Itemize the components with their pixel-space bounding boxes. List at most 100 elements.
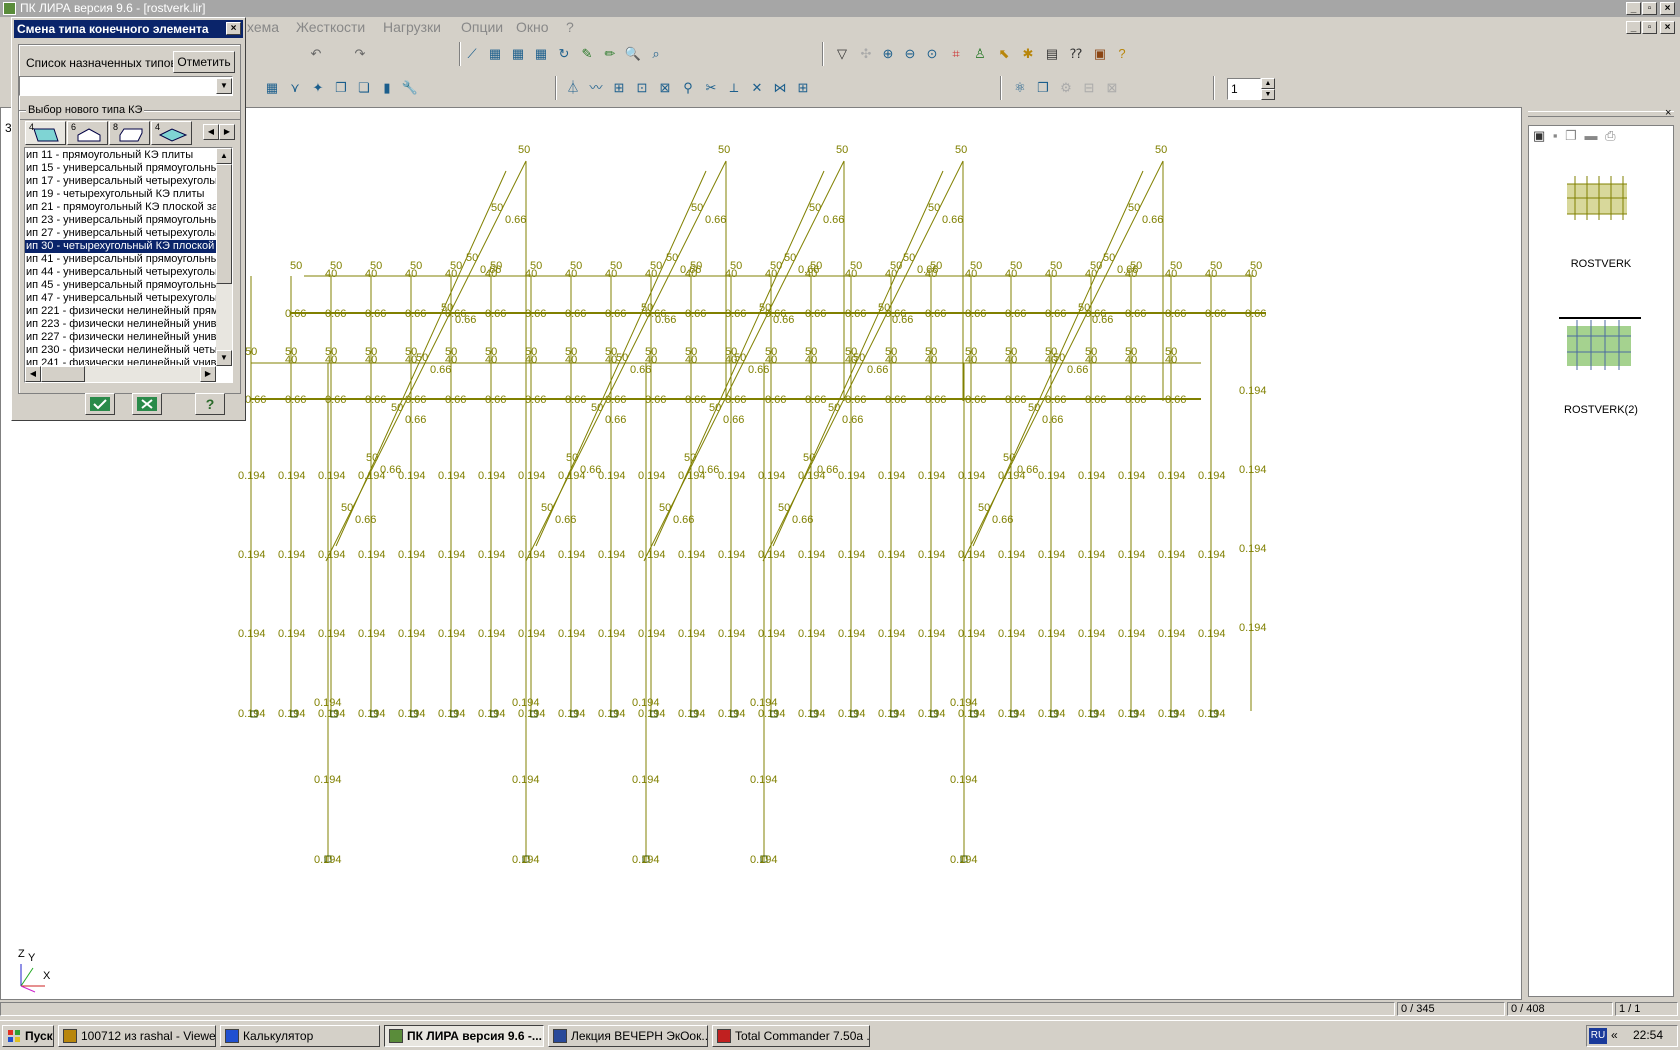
save-icon[interactable]: ▪ (1553, 128, 1558, 143)
grid-icon[interactable]: ▦ (262, 78, 282, 98)
tool-e-icon[interactable]: ⊠ (655, 78, 675, 98)
cancel-button[interactable] (132, 393, 162, 415)
taskbar-task[interactable]: 100712 из rashal - Viewe... (58, 1025, 216, 1047)
tool-d-icon[interactable]: ⊡ (632, 78, 652, 98)
taskbar-task[interactable]: Калькулятор (220, 1025, 380, 1047)
zoom-in-icon[interactable]: ⊕ (878, 44, 898, 64)
rotate-icon[interactable]: ↻ (554, 44, 574, 64)
scroll-thumb[interactable] (216, 164, 232, 284)
fe-type-item[interactable]: ип 241 - физически нелинейный униве (25, 357, 217, 365)
fe-type-item[interactable]: ип 21 - прямоугольный КЭ плоской за (25, 201, 217, 214)
monitor-icon[interactable]: ▬ (1584, 128, 1597, 143)
zoom-icon[interactable]: 🔍 (623, 44, 643, 64)
menu-options[interactable]: Опции (461, 19, 503, 35)
tool-f-icon[interactable]: ⚲ (678, 78, 698, 98)
projection-xz-icon[interactable]: ▦ (485, 44, 505, 64)
panel-close-icon[interactable]: × (1665, 107, 1671, 119)
plate-tab[interactable]: 4 (25, 121, 66, 145)
tool-i-icon[interactable]: ✕ (747, 78, 767, 98)
fe-type-item[interactable]: ип 221 - физически нелинейный прямо (25, 305, 217, 318)
paste-icon[interactable]: ❏ (354, 78, 374, 98)
chevron-down-icon[interactable]: ▼ (216, 78, 232, 94)
redo-icon[interactable]: ↷ (350, 44, 370, 64)
person-icon[interactable]: ♙ (970, 44, 990, 64)
print-icon[interactable]: ⎙ (1605, 128, 1615, 143)
tool-a-icon[interactable]: ⏃ (563, 78, 583, 98)
fe-type-item[interactable]: ип 45 - универсальный прямоугольный (25, 279, 217, 292)
scroll-right-icon[interactable]: ▶ (200, 366, 216, 382)
tool-g-icon[interactable]: ✂ (701, 78, 721, 98)
tool-h-icon[interactable]: ⟂ (724, 78, 744, 98)
fe-type-item[interactable]: ип 11 - прямоугольный КЭ плиты (25, 149, 217, 162)
fe-type-item[interactable]: ип 27 - универсальный четырехугольн (25, 227, 217, 240)
elements-icon[interactable]: ⋎ (285, 78, 305, 98)
zoom-fit-icon[interactable]: ⌕ (646, 44, 666, 64)
list-vscroll[interactable]: ▲ ▼ (216, 148, 232, 366)
page-spin-input[interactable]: 1 (1227, 78, 1261, 100)
solid-tab[interactable]: 8 (109, 121, 150, 145)
fragment-icon[interactable]: ✎ (577, 44, 597, 64)
projection-xyz-icon[interactable]: ⟋ (462, 44, 482, 64)
view-b-icon[interactable]: ❐ (1033, 78, 1053, 98)
nodes-icon[interactable]: ⌗ (946, 44, 966, 64)
start-button[interactable]: Пуск (2, 1025, 54, 1047)
help-button[interactable]: ? (195, 393, 225, 415)
mark-button[interactable]: Отметить (173, 51, 235, 73)
mark-icon[interactable]: ✱ (1018, 44, 1038, 64)
clipboard-icon[interactable]: ▮ (377, 78, 397, 98)
assigned-types-select[interactable] (19, 76, 233, 96)
fe-type-item[interactable]: ип 41 - универсальный прямоугольный (25, 253, 217, 266)
tab-scroll-left-icon[interactable]: ◀ (203, 124, 219, 140)
undo-icon[interactable]: ↶ (306, 44, 326, 64)
fe-type-item[interactable]: ип 23 - универсальный прямоугольный (25, 214, 217, 227)
copy-fragment-icon[interactable]: ❐ (1565, 128, 1577, 143)
doc-minimize-icon[interactable]: _ (1626, 21, 1641, 34)
close-icon[interactable]: × (1660, 2, 1675, 15)
taskbar-task[interactable]: Total Commander 7.50a ... (712, 1025, 870, 1047)
menu-window[interactable]: Окно (516, 19, 549, 35)
menu-scheme[interactable]: хема (247, 19, 279, 35)
fe-type-item[interactable]: ип 230 - физически нелинейный четыр (25, 344, 217, 357)
projection-xy-icon[interactable]: ▦ (531, 44, 551, 64)
layers-icon[interactable]: ▤ (1042, 44, 1062, 64)
scroll-down-icon[interactable]: ▼ (216, 350, 232, 366)
spin-up-icon[interactable]: ▲ (1261, 78, 1275, 89)
spin-down-icon[interactable]: ▼ (1261, 89, 1275, 100)
thumbnail-rostverk-2[interactable] (1555, 312, 1645, 382)
menu-stiffness[interactable]: Жесткости (296, 19, 365, 35)
fe-type-item[interactable]: ип 47 - универсальный четырехугольн (25, 292, 217, 305)
fe-type-item[interactable]: ип 223 - физически нелинейный униве (25, 318, 217, 331)
camera-icon[interactable]: ▣ (1533, 128, 1545, 143)
wrench-icon[interactable]: 🔧 (400, 78, 420, 98)
tray-expand-icon[interactable]: « (1611, 1028, 1618, 1042)
help-icon[interactable]: ? (1112, 44, 1132, 64)
doc-restore-icon[interactable]: ▫ (1642, 21, 1657, 34)
book-icon[interactable]: ▣ (1090, 44, 1110, 64)
restore-icon[interactable]: ▫ (1642, 2, 1657, 15)
membrane-tab[interactable]: 4 (151, 121, 192, 145)
select-icon[interactable]: ⬉ (994, 44, 1014, 64)
dialog-close-icon[interactable]: × (226, 22, 241, 35)
fe-type-item[interactable]: ип 19 - четырехугольный КЭ плиты (25, 188, 217, 201)
fe-type-item[interactable]: ип 227 - физически нелинейный униве (25, 331, 217, 344)
doc-close-icon[interactable]: × (1660, 21, 1675, 34)
view-e-icon[interactable]: ⊠ (1102, 78, 1122, 98)
minimize-icon[interactable]: _ (1626, 2, 1641, 15)
view-a-icon[interactable]: ⚛ (1010, 78, 1030, 98)
view-d-icon[interactable]: ⊟ (1079, 78, 1099, 98)
taskbar-task[interactable]: Лекция ВЕЧЕРН ЭкОок... (548, 1025, 708, 1047)
zoom-out-icon[interactable]: ⊖ (900, 44, 920, 64)
pencil-icon[interactable]: ✏ (600, 44, 620, 64)
scroll-up-icon[interactable]: ▲ (216, 148, 232, 164)
hscroll-thumb[interactable] (41, 366, 85, 382)
scroll-left-icon[interactable]: ◀ (25, 366, 41, 382)
fe-type-item[interactable]: ип 15 - универсальный прямоугольный (25, 162, 217, 175)
tool-k-icon[interactable]: ⊞ (793, 78, 813, 98)
menu-loads[interactable]: Нагрузки (383, 19, 441, 35)
filter-icon[interactable]: ▽ (832, 44, 852, 64)
menu-help[interactable]: ? (566, 19, 574, 35)
node-filter-icon[interactable]: ✣ (856, 44, 876, 64)
fe-type-item[interactable]: ип 44 - универсальный четырехугольн (25, 266, 217, 279)
fe-type-item[interactable]: ип 30 - четырехугольный КЭ плоской з (25, 240, 217, 253)
projection-zy-icon[interactable]: ▦ (508, 44, 528, 64)
